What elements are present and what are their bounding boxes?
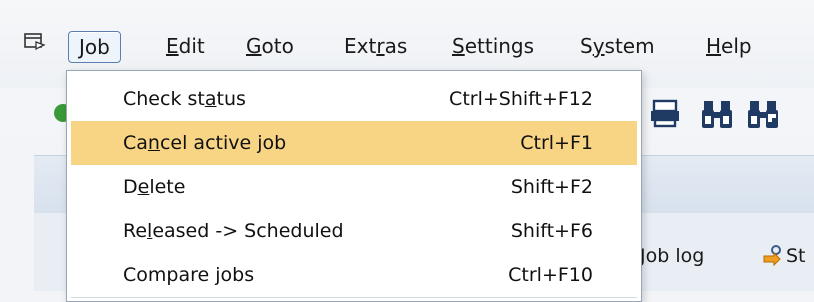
menu-goto[interactable]: Goto [236,31,304,61]
menu-item-shortcut: Ctrl+Shift+F12 [449,88,593,110]
find-icon[interactable] [700,98,734,130]
menu-system-pre: S [580,34,593,58]
menu-help-accel: H [706,34,722,58]
menu-toggle-icon[interactable] [24,33,46,51]
menu-settings[interactable]: Settings [442,31,544,61]
menu-system-rest: stem [604,34,655,58]
menu-goto-rest: oto [261,34,294,58]
step-icon [763,244,781,266]
menu-extras[interactable]: Extras [334,31,417,61]
step-label: St [786,245,806,267]
menu-extras-accel: r [376,34,385,58]
menu-item-delete[interactable]: Delete Shift+F2 [71,165,637,209]
menu-item-shortcut: Ctrl+F1 [520,132,593,154]
menu-item-check-status[interactable]: Check status Ctrl+Shift+F12 [71,77,637,121]
menu-job-rest: ob [84,35,110,59]
menu-system-accel: y [592,34,605,58]
menu-item-compare-jobs[interactable]: Compare jobs Ctrl+F10 [71,253,637,297]
menu-job[interactable]: Job [68,31,121,63]
job-log-button[interactable]: Job log [640,241,704,271]
menu-separator [71,297,637,298]
menu-system[interactable]: System [570,31,665,61]
menu-extras-pre: Ext [344,34,377,58]
find-next-icon[interactable] [746,98,786,130]
print-icon[interactable] [648,98,682,130]
menu-item-label: Released -> Scheduled [123,220,344,242]
menu-item-shortcut: Shift+F2 [510,176,593,198]
menu-edit-rest: dit [178,34,205,58]
menu-item-cancel-active-job[interactable]: Cancel active job Ctrl+F1 [71,121,637,165]
menu-settings-rest: ettings [464,34,535,58]
menu-edit[interactable]: Edit [156,31,215,61]
menu-help-rest: elp [721,34,752,58]
job-dropdown-menu: Check status Ctrl+Shift+F12 Cancel activ… [66,70,642,302]
menu-edit-accel: E [166,34,179,58]
menu-item-label: Cancel active job [123,132,287,154]
menu-item-shortcut: Shift+F6 [510,220,593,242]
job-log-label: Job log [640,245,705,267]
menu-item-label: Check status [123,88,246,110]
menu-settings-accel: S [452,34,465,58]
menu-extras-rest: as [384,34,408,58]
menu-item-shortcut: Ctrl+F10 [508,264,593,286]
menu-goto-accel: G [246,34,262,58]
menu-item-label: Delete [123,176,186,198]
menu-item-released-to-scheduled[interactable]: Released -> Scheduled Shift+F6 [71,209,637,253]
step-button[interactable]: St [762,241,806,271]
menu-item-label: Compare jobs [123,264,255,286]
menu-help[interactable]: Help [696,31,762,61]
